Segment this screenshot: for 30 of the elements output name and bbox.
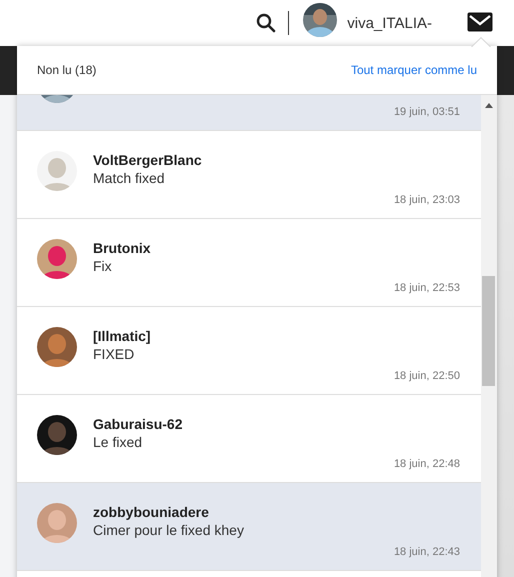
- username[interactable]: viva_ITALIA-: [347, 14, 432, 32]
- notification-item[interactable]: VoltBergerBlanc Match fixed 18 juin, 23:03: [17, 131, 481, 219]
- message-preview: FIXED: [93, 345, 136, 363]
- timestamp: 18 juin, 22:48: [394, 458, 460, 470]
- timestamp: 19 juin, 03:51: [394, 106, 460, 118]
- notification-item[interactable]: 19 juin, 03:51: [17, 95, 481, 131]
- timestamp: 18 juin, 22:53: [394, 282, 460, 294]
- timestamp: 18 juin, 22:50: [394, 370, 460, 382]
- message-preview: Le fixed: [93, 433, 144, 451]
- notification-item[interactable]: Gaburaisu-62 Le fixed 18 juin, 22:48: [17, 395, 481, 483]
- sender-name: Gaburaisu-62: [93, 415, 182, 433]
- sender-name: [Illmatic]: [93, 327, 151, 345]
- envelope-icon[interactable]: [467, 12, 493, 32]
- search-icon[interactable]: [256, 13, 276, 33]
- scroll-up-icon[interactable]: [485, 103, 493, 108]
- scrollbar[interactable]: [481, 95, 497, 577]
- timestamp: 18 juin, 22:43: [394, 546, 460, 558]
- message-preview: Cimer pour le fixed khey: [93, 521, 244, 539]
- notification-item[interactable]: [Illmatic] FIXED 18 juin, 22:50: [17, 307, 481, 395]
- sender-name: zobbybouniadere: [93, 503, 210, 521]
- unread-count: Non lu (18): [37, 63, 96, 77]
- message-preview: Match fixed: [93, 169, 166, 187]
- message-preview: Fix: [93, 257, 113, 275]
- scrollbar-thumb[interactable]: [482, 276, 495, 386]
- sender-name: VoltBergerBlanc: [93, 151, 202, 169]
- notification-item[interactable]: zobbybouniadere Cimer pour le fixed khey 18 juin, 22:43: [17, 483, 481, 571]
- timestamp: 18 juin, 23:03: [394, 194, 460, 206]
- mark-all-read-link[interactable]: Tout marquer comme lu: [350, 63, 477, 77]
- notification-item[interactable]: Brutonix Fix 18 juin, 22:53: [17, 219, 481, 307]
- sender-name: Brutonix: [93, 239, 151, 257]
